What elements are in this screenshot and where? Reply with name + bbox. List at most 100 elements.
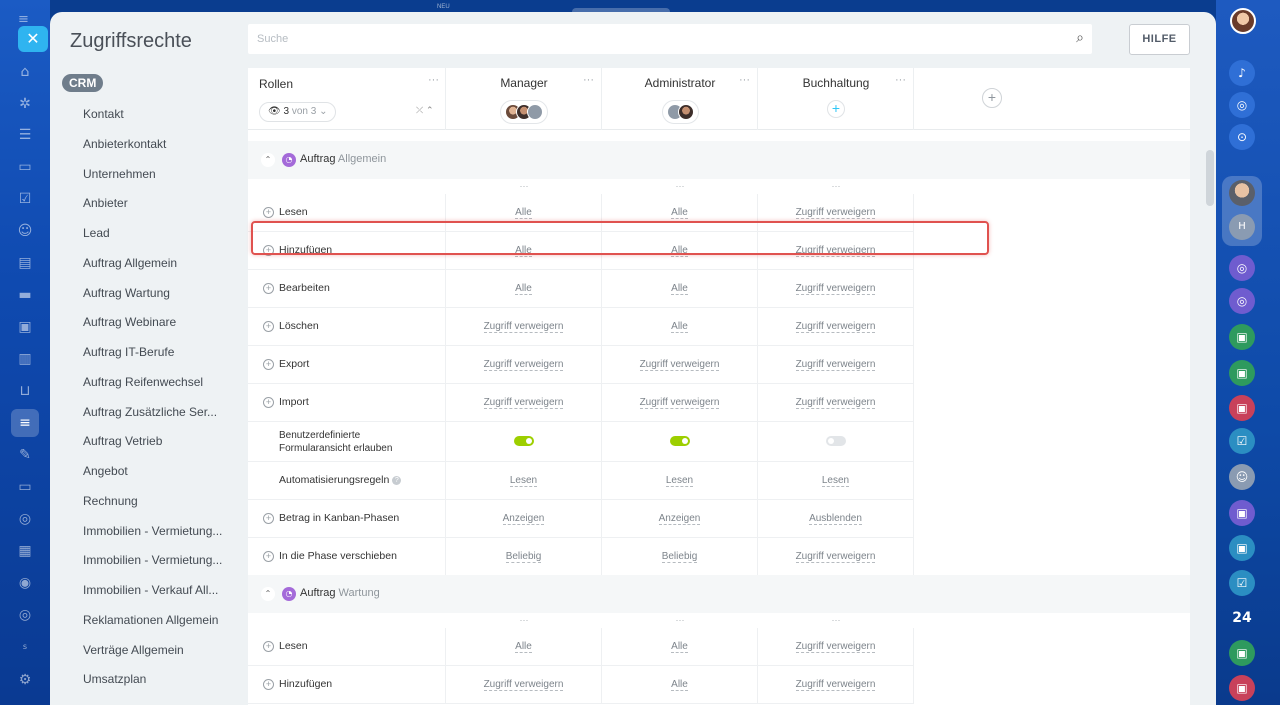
permission-value[interactable]: Alle (671, 641, 688, 653)
spiral-icon[interactable]: ◎ (1229, 92, 1255, 118)
add-role-button[interactable]: + (982, 88, 1002, 108)
permission-value[interactable]: Alle (671, 207, 688, 219)
menu-item[interactable]: Auftrag Allgemein (83, 249, 243, 279)
expand-plus-icon[interactable]: + (263, 321, 274, 332)
scrollbar[interactable] (1206, 150, 1214, 206)
menu-item[interactable]: Auftrag IT-Berufe (83, 338, 243, 368)
settings-icon[interactable]: ⚙ (15, 670, 35, 690)
toggle-switch[interactable] (825, 436, 846, 446)
permission-value[interactable]: Zugriff verweigern (795, 679, 876, 691)
permission-value[interactable]: Zugriff verweigern (795, 283, 876, 295)
user-s-icon[interactable]: s (15, 637, 35, 657)
permission-value[interactable]: Alle (515, 641, 532, 653)
bitrix24-icon[interactable]: 24 (1229, 605, 1255, 631)
lock-icon-5[interactable]: ▣ (1229, 535, 1255, 561)
more-icon[interactable]: ··· (446, 181, 602, 191)
lock-icon-7[interactable]: ▣ (1229, 675, 1255, 701)
shield-icon[interactable]: ◎ (15, 509, 35, 529)
permission-value[interactable]: Zugriff verweigern (795, 551, 876, 563)
more-icon[interactable]: ··· (428, 74, 439, 86)
lock-icon-3[interactable]: ▣ (1229, 395, 1255, 421)
menu-item[interactable]: Lead (83, 219, 243, 249)
checkbox-icon-2[interactable]: ☑ (1229, 570, 1255, 596)
groups-icon[interactable]: ☺ (15, 221, 35, 241)
add-member-button[interactable]: + (827, 100, 845, 118)
permission-value[interactable]: Zugriff verweigern (795, 359, 876, 371)
close-panel-button[interactable]: ✕ (18, 26, 48, 52)
chevron-up-icon[interactable]: ⌃ (261, 153, 275, 167)
robot-icon[interactable]: ◉ (15, 573, 35, 593)
permission-value[interactable]: Zugriff verweigern (483, 359, 564, 371)
expand-plus-icon[interactable]: + (263, 513, 274, 524)
section-header[interactable]: ⌃ ◔ Auftrag Allgemein (248, 141, 1190, 179)
user-avatar[interactable] (1230, 8, 1256, 34)
permission-value[interactable]: Zugriff verweigern (483, 397, 564, 409)
permission-value[interactable]: Beliebig (661, 551, 698, 563)
documents-icon[interactable]: ▤ (15, 253, 35, 273)
permission-value[interactable]: Alle (515, 283, 532, 295)
permission-value[interactable]: Anzeigen (502, 513, 545, 525)
home-icon[interactable]: ⌂ (15, 62, 35, 82)
section-header[interactable]: ⌃ ◔ Auftrag Wartung (248, 575, 1190, 613)
menu-item[interactable]: Auftrag Zusätzliche Ser... (83, 398, 243, 428)
search-icon[interactable]: ⌕ (1076, 30, 1084, 46)
toggle-switch[interactable] (513, 436, 534, 446)
lock-icon-4[interactable]: ▣ (1229, 500, 1255, 526)
more-icon[interactable]: ··· (739, 74, 750, 86)
sign-icon[interactable]: ✎ (15, 445, 35, 465)
expand-plus-icon[interactable]: + (263, 283, 274, 294)
shop-icon[interactable]: ⊔ (15, 381, 35, 401)
bell-icon[interactable]: ♪ (1229, 60, 1255, 86)
permission-value[interactable]: Alle (515, 207, 532, 219)
permission-value[interactable]: Zugriff verweigern (795, 207, 876, 219)
permission-value[interactable]: Zugriff verweigern (483, 679, 564, 691)
permission-value[interactable]: Beliebig (505, 551, 542, 563)
permission-value[interactable]: Alle (671, 283, 688, 295)
menu-item[interactable]: Rechnung (83, 487, 243, 517)
permission-value[interactable]: Lesen (821, 475, 850, 487)
permission-value[interactable]: Alle (671, 321, 688, 333)
card-icon[interactable]: ▭ (15, 477, 35, 497)
checklist-icon[interactable]: ☑ (15, 189, 35, 209)
permission-value[interactable]: Anzeigen (658, 513, 701, 525)
menu-item[interactable]: Anbieterkontakt (83, 130, 243, 160)
help-question-icon[interactable]: ? (392, 475, 402, 485)
permission-value[interactable]: Zugriff verweigern (639, 359, 720, 371)
more-icon[interactable]: ··· (758, 615, 914, 625)
permission-value[interactable]: Zugriff verweigern (483, 321, 564, 333)
contact-center-icon[interactable]: ▣ (15, 317, 35, 337)
lock-icon-6[interactable]: ▣ (1229, 640, 1255, 666)
more-icon[interactable]: ··· (758, 181, 914, 191)
search-input[interactable]: Suche ⌕ (248, 24, 1092, 54)
h-avatar[interactable]: H (1229, 214, 1255, 240)
more-icon[interactable]: ··· (895, 74, 906, 86)
menu-item[interactable]: Anbieter (83, 189, 243, 219)
menu-item[interactable]: Immobilien - Vermietung... (83, 546, 243, 576)
menu-item[interactable]: Auftrag Vetrieb (83, 427, 243, 457)
help-button[interactable]: HILFE (1129, 24, 1190, 55)
menu-item[interactable]: Immobilien - Vermietung... (83, 517, 243, 547)
permission-value[interactable]: Zugriff verweigern (639, 397, 720, 409)
permission-value[interactable]: Zugriff verweigern (795, 321, 876, 333)
administrator-avatars[interactable] (602, 100, 758, 124)
more-icon[interactable]: ··· (446, 615, 602, 625)
permission-value[interactable]: Lesen (665, 475, 694, 487)
group-avatar[interactable]: ☺ (1229, 464, 1255, 490)
expand-plus-icon[interactable]: + (263, 679, 274, 690)
menu-item[interactable]: Auftrag Wartung (83, 279, 243, 309)
crm-badge[interactable]: CRM (62, 74, 104, 92)
role-counter-pill[interactable]: 👁︎ 3 von 3 ⌄ (259, 102, 337, 122)
more-icon[interactable]: ··· (602, 181, 758, 191)
spiral-violet-icon[interactable]: ◎ (1229, 255, 1255, 281)
permission-value[interactable]: Lesen (509, 475, 538, 487)
contact-avatar[interactable] (1229, 180, 1255, 206)
chat-icon[interactable]: ▭ (15, 157, 35, 177)
stream-icon[interactable]: ✲ (15, 94, 35, 114)
expand-plus-icon[interactable]: + (263, 397, 274, 408)
expand-plus-icon[interactable]: + (263, 207, 274, 218)
spiral-violet-icon-2[interactable]: ◎ (1229, 288, 1255, 314)
expand-plus-icon[interactable]: + (263, 359, 274, 370)
expand-plus-icon[interactable]: + (263, 641, 274, 652)
menu-item[interactable]: Unternehmen (83, 160, 243, 190)
more-icon[interactable]: ··· (583, 74, 594, 86)
